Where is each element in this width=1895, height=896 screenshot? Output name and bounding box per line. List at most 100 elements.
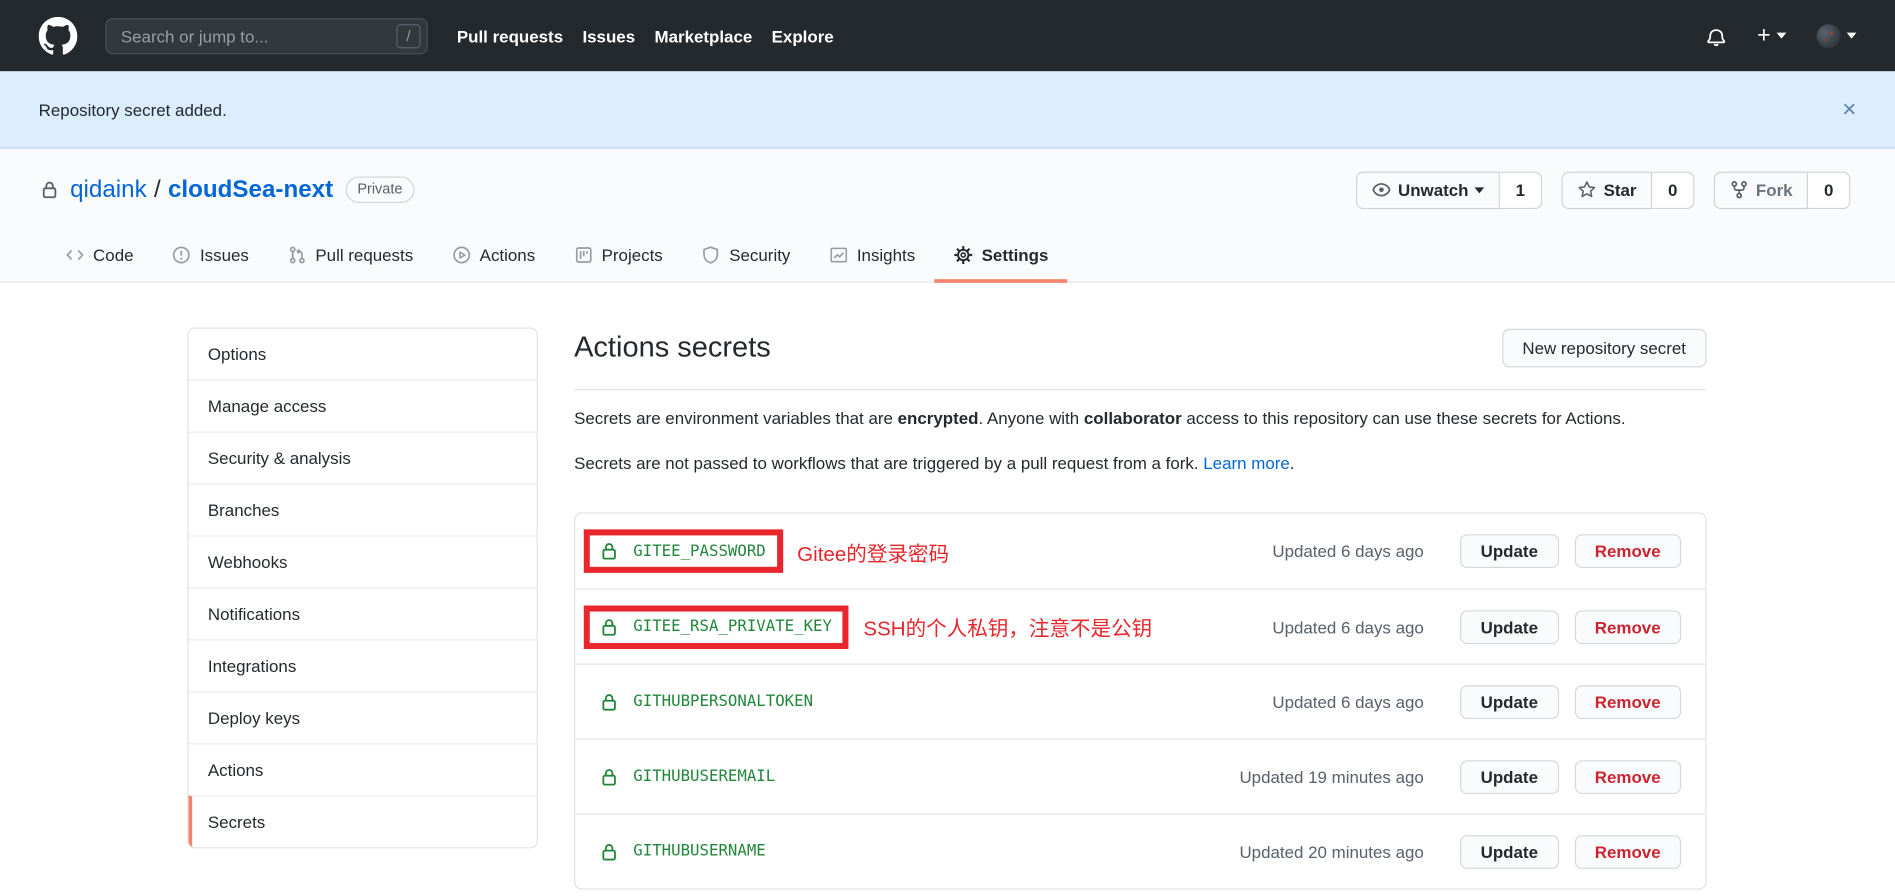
social-count[interactable]: 0 [1808,171,1850,208]
tab-issues[interactable]: Issues [153,228,268,282]
secret-chip: GITEE_PASSWORD [599,541,765,560]
tab-settings[interactable]: Settings [934,228,1067,282]
chevron-down-icon [1777,33,1787,39]
sidebar-item-integrations[interactable]: Integrations [189,639,537,691]
tab-actions[interactable]: Actions [433,228,555,282]
learn-more-link[interactable]: Learn more [1203,453,1290,472]
secret-name: GITEE_PASSWORD [633,542,765,560]
secret-chip: GITHUBUSERNAME [599,842,765,861]
annotation-text: SSH的个人私钥，注意不是公钥 [863,612,1152,642]
sidebar-item-manage-access[interactable]: Manage access [189,380,537,432]
social-count[interactable]: 0 [1652,171,1694,208]
tab-label: Insights [857,245,915,264]
code-icon [65,245,84,264]
repo-name-link[interactable]: cloudSea-next [168,176,333,204]
nav-pull-requests[interactable]: Pull requests [457,26,563,45]
social-count[interactable]: 1 [1500,171,1542,208]
repo-owner-link[interactable]: qidaink [70,176,147,204]
tab-code[interactable]: Code [46,228,153,282]
tab-label: Projects [602,245,663,264]
github-logo[interactable] [39,16,78,55]
shield-icon [701,245,720,264]
star-icon [1577,180,1596,199]
new-repository-secret-button[interactable]: New repository secret [1502,328,1707,367]
repo-header: qidaink / cloudSea-next Private Unwatch … [0,149,1895,283]
updated-timestamp: Updated 20 minutes ago [1239,842,1423,861]
close-icon[interactable]: × [1842,97,1856,121]
update-button[interactable]: Update [1460,610,1558,644]
social-button-label: Fork [1756,180,1793,199]
secret-row-actions: Updated 6 days ago Update Remove [1272,685,1681,719]
sidebar-item-actions[interactable]: Actions [189,743,537,795]
sidebar-item-notifications[interactable]: Notifications [189,587,537,639]
repo-separator: / [154,176,161,204]
tab-label: Actions [480,245,536,264]
sidebar-item-deploy-keys[interactable]: Deploy keys [189,691,537,743]
tab-insights[interactable]: Insights [810,228,935,282]
secrets-description: Secrets are environment variables that a… [574,406,1706,431]
secret-name: GITHUBUSERNAME [633,842,765,860]
pr-icon [288,245,307,264]
search-input[interactable] [105,18,428,54]
page-body: Options Manage access Security & analysi… [0,283,1895,890]
main-content: Actions secrets New repository secret Se… [574,328,1706,890]
chevron-down-icon [1847,33,1857,39]
secret-row-actions: Updated 6 days ago Update Remove [1272,610,1681,644]
remove-button[interactable]: Remove [1574,534,1681,568]
tab-security[interactable]: Security [682,228,810,282]
tab-projects[interactable]: Projects [555,228,683,282]
sidebar-item-webhooks[interactable]: Webhooks [189,535,537,587]
remove-button[interactable]: Remove [1574,610,1681,644]
tab-pull-requests[interactable]: Pull requests [268,228,432,282]
sidebar-item-branches[interactable]: Branches [189,483,537,535]
nav-issues[interactable]: Issues [582,26,635,45]
remove-button[interactable]: Remove [1574,760,1681,794]
create-new-button[interactable]: + [1757,24,1786,47]
plus-icon: + [1757,24,1770,47]
sidebar-item-security-analysis[interactable]: Security & analysis [189,431,537,483]
eye-icon [1371,180,1390,199]
user-menu[interactable] [1817,24,1857,48]
update-button[interactable]: Update [1460,835,1558,869]
star[interactable]: Star [1561,171,1652,208]
tab-label: Pull requests [315,245,413,264]
updated-timestamp: Updated 6 days ago [1272,692,1423,711]
repo-social-actions: Unwatch 1 Star 0 [1356,171,1851,208]
nav-marketplace[interactable]: Marketplace [654,26,752,45]
github-header: / Pull requests Issues Marketplace Explo… [0,0,1895,71]
nav-explore[interactable]: Explore [772,26,834,45]
secret-chip: GITHUBPERSONALTOKEN [599,692,813,711]
update-button[interactable]: Update [1460,760,1558,794]
lock-icon [599,767,618,786]
fork-icon [1729,180,1748,199]
divider [574,389,1706,390]
unwatch[interactable]: Unwatch [1356,171,1500,208]
issue-icon [172,245,191,264]
secret-chip: GITEE_RSA_PRIVATE_KEY [599,617,832,636]
search-box: / [105,18,428,54]
bell-icon[interactable] [1705,25,1727,47]
project-icon [574,245,593,264]
play-icon [452,245,471,264]
secret-name: GITEE_RSA_PRIVATE_KEY [633,618,832,636]
visibility-badge: Private [345,176,414,203]
repo-tabs: Code Issues Pull requests Actions [27,228,1895,281]
remove-button[interactable]: Remove [1574,835,1681,869]
sidebar-item-options[interactable]: Options [189,329,537,380]
remove-button[interactable]: Remove [1574,685,1681,719]
annotation-text: Gitee的登录密码 [797,536,949,566]
update-button[interactable]: Update [1460,685,1558,719]
secret-row-gitee-rsa-private-key: GITEE_RSA_PRIVATE_KEY SSH的个人私钥，注意不是公钥 Up… [575,589,1705,664]
social-button-label: Star [1604,180,1637,199]
secrets-list: GITEE_PASSWORD Gitee的登录密码 Updated 6 days… [574,512,1706,889]
social-button-group: Star 0 [1561,171,1694,208]
header-right: + [1705,24,1856,48]
slash-shortcut-key: / [396,24,420,48]
fork[interactable]: Fork [1714,171,1809,208]
tab-label: Issues [200,245,249,264]
sidebar-item-secrets[interactable]: Secrets [189,795,537,847]
repo-title-row: qidaink / cloudSea-next Private Unwatch … [0,169,1895,210]
main-head: Actions secrets New repository secret [574,328,1706,368]
update-button[interactable]: Update [1460,534,1558,568]
chevron-down-icon [1475,187,1485,193]
